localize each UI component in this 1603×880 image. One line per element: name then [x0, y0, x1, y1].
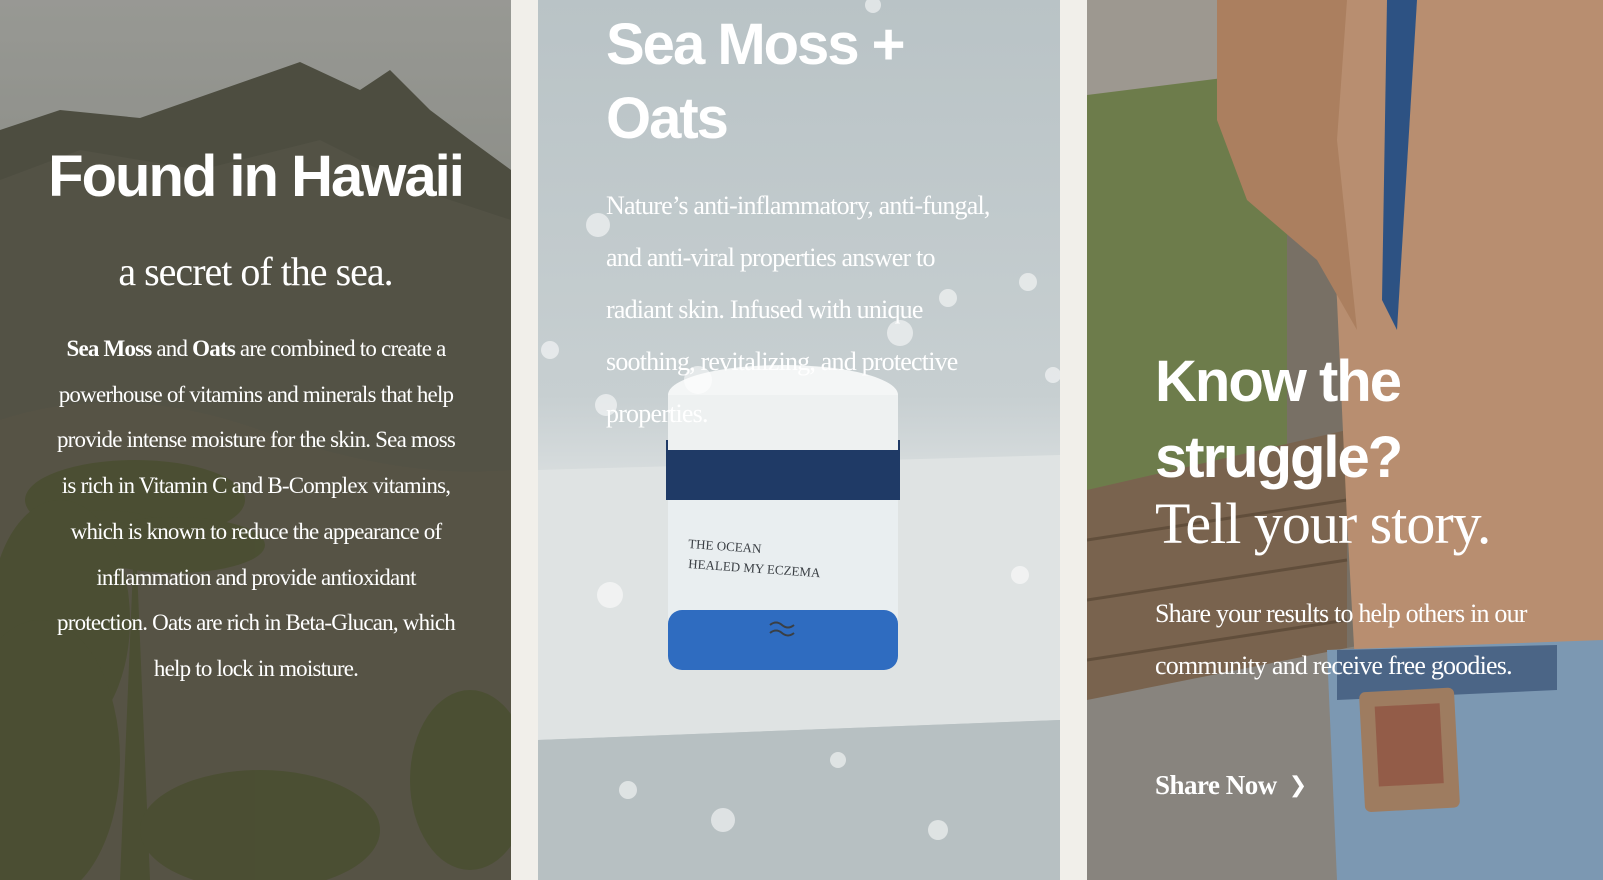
- chevron-right-icon: ❯: [1288, 773, 1307, 798]
- share-now-label: Share Now: [1155, 770, 1277, 800]
- hawaii-panel: Found in Hawaii a secret of the sea. Sea…: [0, 0, 511, 880]
- share-now-link[interactable]: Share Now ❯: [1155, 770, 1307, 801]
- body-bold-sea-moss: Sea Moss: [66, 336, 152, 361]
- panel-title: Know the struggle?: [1155, 349, 1403, 490]
- panel-subtitle: a secret of the sea.: [118, 249, 393, 294]
- panel-subtitle: Tell your story.: [1155, 491, 1491, 556]
- product-panel: THE OCEAN HEALED MY ECZEMA Sea Moss + Oa…: [538, 0, 1060, 880]
- body-bold-oats: Oats: [192, 336, 236, 361]
- panel-body: Sea Moss and Oats are combined to create…: [56, 326, 456, 692]
- panel-title: Sea Moss + Oats: [606, 12, 906, 151]
- body-text: and: [151, 336, 193, 361]
- panel-body: Nature’s anti-inflammatory, anti-fungal,…: [606, 191, 990, 428]
- panel-body: Share your results to help others in our…: [1155, 599, 1527, 680]
- story-panel: Know the struggle? Tell your story. Shar…: [1087, 0, 1603, 880]
- body-text: are combined to create a powerhouse of v…: [56, 336, 456, 681]
- panel-title: Found in Hawaii: [48, 143, 465, 209]
